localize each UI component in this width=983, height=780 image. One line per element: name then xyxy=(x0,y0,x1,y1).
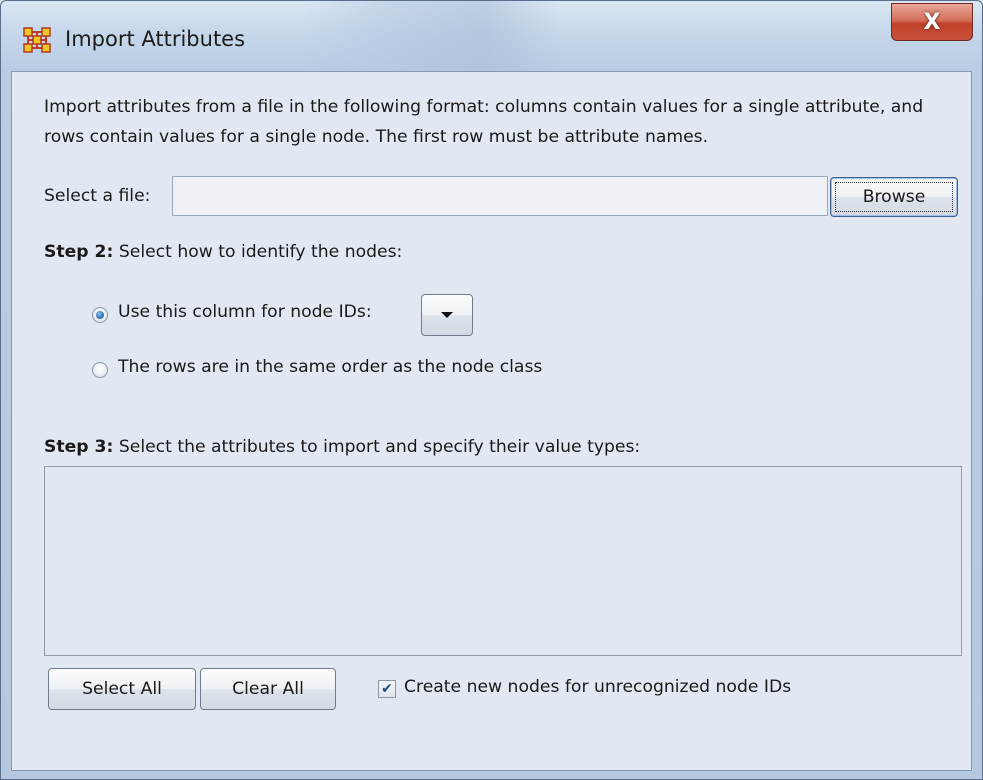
instructions-text: Import attributes from a file in the fol… xyxy=(44,97,924,147)
browse-button[interactable]: Browse xyxy=(830,177,958,217)
use-column-radio[interactable] xyxy=(92,307,108,323)
checkmark-icon: ✔ xyxy=(381,681,393,697)
step2-prefix: Step 2: xyxy=(44,242,114,262)
close-button[interactable]: X xyxy=(891,3,973,41)
use-column-label[interactable]: Use this column for node IDs: xyxy=(118,302,372,322)
step3-heading: Step 3: Select the attributes to import … xyxy=(44,437,640,457)
step3-prefix: Step 3: xyxy=(44,437,114,457)
title-bar[interactable]: Import Attributes X xyxy=(1,1,982,71)
create-nodes-label[interactable]: Create new nodes for unrecognized node I… xyxy=(404,677,791,697)
select-file-label: Select a file: xyxy=(44,186,151,206)
attributes-list[interactable] xyxy=(44,466,962,656)
close-icon: X xyxy=(923,9,941,35)
create-nodes-checkbox[interactable]: ✔ xyxy=(378,680,396,698)
step2-text: Select how to identify the nodes: xyxy=(113,242,403,262)
step3-text: Select the attributes to import and spec… xyxy=(113,437,641,457)
chevron-down-icon xyxy=(441,312,453,318)
import-attributes-dialog: Import Attributes X Import attributes fr… xyxy=(0,0,983,780)
clear-all-button[interactable]: Clear All xyxy=(200,668,336,710)
clear-all-label: Clear All xyxy=(232,679,304,699)
select-all-label: Select All xyxy=(82,679,162,699)
step2-heading: Step 2: Select how to identify the nodes… xyxy=(44,242,402,262)
select-all-button[interactable]: Select All xyxy=(48,668,196,710)
title-bar-glass xyxy=(301,1,561,71)
same-order-radio[interactable] xyxy=(92,362,108,378)
node-id-column-dropdown[interactable] xyxy=(421,294,473,336)
window-title: Import Attributes xyxy=(65,27,246,51)
same-order-label[interactable]: The rows are in the same order as the no… xyxy=(118,357,542,377)
file-path-input[interactable] xyxy=(172,176,828,216)
network-graph-icon xyxy=(23,27,51,53)
browse-button-label: Browse xyxy=(862,187,926,207)
dialog-content: Import attributes from a file in the fol… xyxy=(11,71,972,771)
